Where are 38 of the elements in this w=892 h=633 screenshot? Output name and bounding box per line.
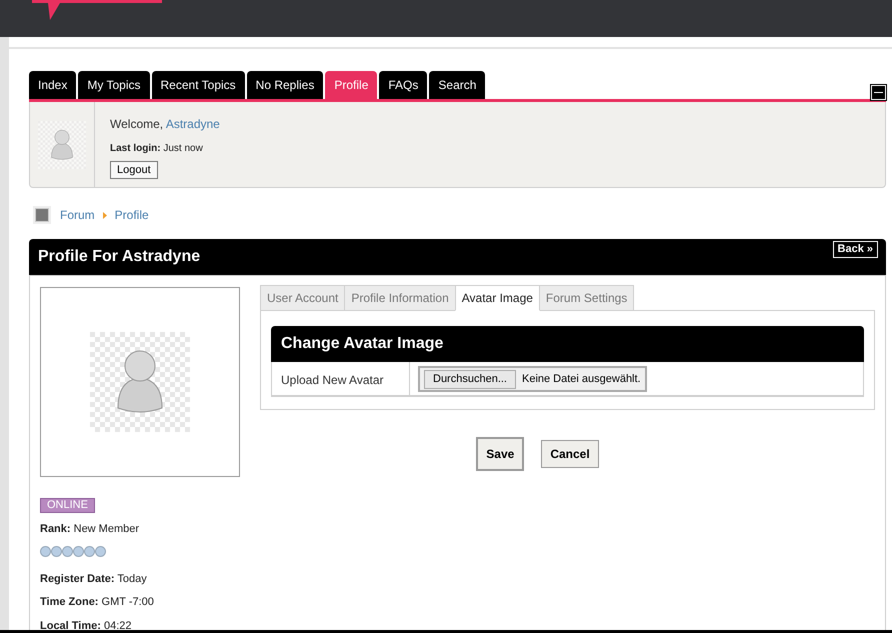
profile-tab[interactable]: Avatar Image — [454, 285, 540, 311]
nav-tab[interactable]: My Topics — [78, 71, 150, 99]
logo-icon — [32, 0, 162, 22]
nav-tab[interactable]: Recent Topics — [152, 71, 245, 99]
avatar-placeholder-icon — [90, 332, 190, 432]
profile-title: Profile For Astradyne — [38, 247, 200, 267]
form-button[interactable]: Cancel — [541, 440, 599, 468]
breadcrumb-link[interactable]: Forum — [60, 206, 95, 224]
collapse-icon[interactable] — [871, 85, 886, 100]
nav-tab[interactable]: No Replies — [246, 71, 324, 99]
form-button[interactable]: Save — [476, 437, 524, 471]
file-status: Keine Datei ausgewählt. — [522, 372, 641, 387]
nav-tab[interactable]: FAQs — [379, 71, 428, 99]
profile-detail-text: Register Date: Today — [40, 572, 148, 586]
profile-tab[interactable]: Profile Information — [344, 285, 456, 311]
rank-dots-icon — [40, 546, 107, 556]
profile-detail-text: Local Time: 04:22 — [40, 618, 133, 633]
rank-text: Rank: New Member — [40, 522, 140, 537]
username-link[interactable]: Astradyne — [166, 117, 220, 131]
section-title: Change Avatar Image — [281, 334, 444, 354]
nav-tab[interactable]: Profile — [325, 71, 378, 99]
last-login-text: Last login: Just now — [110, 142, 203, 156]
avatar-placeholder-icon — [38, 120, 86, 168]
breadcrumb-arrow-icon — [102, 212, 107, 218]
profile-tab[interactable]: Forum Settings — [538, 285, 634, 311]
upload-label: Upload New Avatar — [272, 362, 410, 395]
nav-tab[interactable]: Index — [29, 71, 76, 99]
breadcrumb-link[interactable]: Profile — [114, 206, 149, 224]
profile-tab[interactable]: User Account — [260, 285, 346, 311]
profile-detail-text: Time Zone: GMT -7:00 — [40, 595, 155, 610]
browse-button[interactable]: Durchsuchen... — [424, 370, 516, 388]
logout-button[interactable]: Logout — [110, 161, 158, 179]
back-button[interactable]: Back » — [832, 241, 878, 258]
nav-tab[interactable]: Search — [429, 71, 486, 99]
online-badge: ONLINE — [40, 498, 95, 513]
welcome-text: Welcome, — [110, 117, 164, 131]
file-input[interactable]: Durchsuchen... Keine Datei ausgewählt. — [418, 366, 647, 392]
forum-home-icon — [35, 208, 49, 222]
